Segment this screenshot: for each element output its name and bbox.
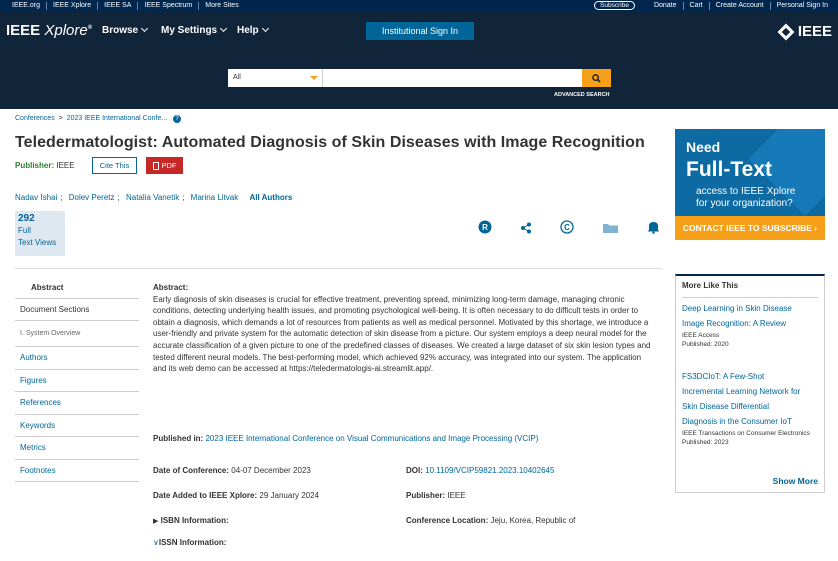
share-icon[interactable] bbox=[520, 221, 534, 235]
caret-right-icon: ▶ bbox=[153, 518, 159, 525]
published-in: Published in: 2023 IEEE International Co… bbox=[153, 434, 539, 443]
divider bbox=[15, 268, 662, 269]
nav-document-sections[interactable]: Document Sections bbox=[15, 299, 139, 321]
related-article-source: IEEE Access bbox=[682, 332, 720, 339]
related-article: Deep Learning in Skin Disease Image Reco… bbox=[682, 301, 820, 349]
folder-icon[interactable] bbox=[603, 221, 618, 235]
subscribe-button[interactable]: Subscribe bbox=[594, 1, 635, 10]
copyright-icon[interactable]: C bbox=[560, 220, 574, 234]
top-link-ieee-org[interactable]: IEEE.org bbox=[6, 1, 48, 10]
full-text-ad[interactable]: Need Full-Text access to IEEE Xplore for… bbox=[675, 129, 825, 240]
breadcrumb-conference[interactable]: 2023 IEEE International Confe... bbox=[67, 115, 167, 122]
top-strip: IEEE.org IEEE Xplore IEEE SA IEEE Spectr… bbox=[0, 0, 838, 11]
author-link[interactable]: Nadav Ishai bbox=[15, 193, 57, 202]
issn-toggle[interactable]: ∨ISSN Information: bbox=[153, 538, 226, 547]
nav-footnotes[interactable]: Footnotes bbox=[15, 460, 139, 482]
advanced-search-link[interactable]: ADVANCED SEARCH bbox=[554, 92, 610, 98]
search-button[interactable] bbox=[582, 69, 611, 87]
ieee-xplore-logo[interactable]: IEEE Xplore® bbox=[6, 22, 92, 39]
rights-icon[interactable]: R bbox=[478, 220, 492, 234]
nav-references[interactable]: References bbox=[15, 392, 139, 415]
ad-full-text-heading: Full-Text bbox=[686, 158, 772, 181]
chevron-down-icon bbox=[261, 24, 269, 33]
related-article-source: IEEE Transactions on Consumer Electronic… bbox=[682, 430, 810, 437]
doi-link[interactable]: 10.1109/VCIP59821.2023.10402645 bbox=[425, 466, 554, 475]
isbn-toggle[interactable]: ▶ ISBN Information: bbox=[153, 516, 229, 525]
chevron-down-icon bbox=[220, 24, 228, 33]
author-list: Nadav Ishai; Dolev Peretz; Natalia Vanet… bbox=[15, 193, 293, 202]
help-icon[interactable]: ? bbox=[173, 115, 182, 123]
top-link-more-sites[interactable]: More Sites bbox=[199, 2, 244, 10]
nav-browse[interactable]: Browse bbox=[102, 24, 149, 36]
text-views-badge: 292 Full Text Views bbox=[15, 211, 65, 256]
contact-ieee-button[interactable]: CONTACT IEEE TO SUBSCRIBE › bbox=[675, 216, 825, 240]
nav-abstract[interactable]: Abstract bbox=[15, 277, 139, 299]
nav-system-overview[interactable]: I. System Overview bbox=[15, 321, 139, 347]
pdf-icon bbox=[152, 161, 159, 170]
related-article-date: Published: 2023 bbox=[682, 439, 729, 446]
abstract-text: Early diagnosis of skin diseases is cruc… bbox=[153, 294, 651, 374]
published-in-link[interactable]: 2023 IEEE International Conference on Vi… bbox=[205, 434, 538, 443]
nav-figures[interactable]: Figures bbox=[15, 370, 139, 392]
related-article: FS3DCIoT: A Few-Shot Incremental Learnin… bbox=[682, 369, 820, 447]
dropdown-arrow-icon bbox=[310, 76, 318, 80]
nav-metrics[interactable]: Metrics bbox=[15, 437, 139, 460]
ad-subtext: access to IEEE Xplore for your organizat… bbox=[696, 186, 796, 209]
conference-location: Conference Location: Jeju, Korea, Republ… bbox=[406, 516, 576, 525]
search-bar: All bbox=[228, 69, 611, 87]
ieee-logo[interactable]: IEEE bbox=[777, 23, 832, 40]
breadcrumb-conferences[interactable]: Conferences bbox=[15, 115, 55, 122]
doi: DOI: 10.1109/VCIP59821.2023.10402645 bbox=[406, 466, 555, 475]
ad-need-text: Need bbox=[686, 139, 721, 155]
related-article-title[interactable]: Deep Learning in Skin Disease Image Reco… bbox=[682, 301, 820, 331]
top-link-create-account[interactable]: Create Account bbox=[710, 1, 771, 10]
date-of-conference: Date of Conference: 04-07 December 2023 bbox=[153, 466, 311, 475]
all-authors-link[interactable]: All Authors bbox=[249, 193, 292, 202]
top-link-ieee-spectrum[interactable]: IEEE Spectrum bbox=[138, 1, 200, 10]
ieee-diamond-icon bbox=[777, 23, 795, 40]
show-more-link[interactable]: Show More bbox=[773, 476, 818, 486]
nav-help[interactable]: Help bbox=[237, 24, 269, 36]
author-link[interactable]: Marina Litvak bbox=[191, 193, 239, 202]
search-input[interactable] bbox=[322, 69, 582, 87]
more-like-this-panel: More Like This Deep Learning in Skin Dis… bbox=[675, 274, 825, 493]
top-link-ieee-xplore[interactable]: IEEE Xplore bbox=[47, 1, 99, 10]
author-link[interactable]: Natalia Vanetik bbox=[126, 193, 179, 202]
related-article-title[interactable]: FS3DCIoT: A Few-Shot Incremental Learnin… bbox=[682, 369, 820, 429]
document-nav: Abstract Document Sections I. System Ove… bbox=[15, 277, 139, 482]
nav-keywords[interactable]: Keywords bbox=[15, 415, 139, 437]
publisher-line: Publisher: IEEE bbox=[15, 161, 75, 170]
top-link-cart[interactable]: Cart bbox=[684, 1, 710, 10]
related-article-date: Published: 2020 bbox=[682, 341, 729, 348]
svg-text:C: C bbox=[564, 223, 570, 232]
top-link-ieee-sa[interactable]: IEEE SA bbox=[98, 1, 139, 10]
chevron-down-icon bbox=[141, 24, 149, 33]
meta-publisher: Publisher: IEEE bbox=[406, 491, 466, 500]
bell-icon[interactable] bbox=[647, 220, 661, 234]
abstract-section: Abstract: Early diagnosis of skin diseas… bbox=[153, 282, 653, 375]
institutional-sign-in-button[interactable]: Institutional Sign In bbox=[366, 22, 474, 40]
nav-my-settings[interactable]: My Settings bbox=[161, 24, 228, 36]
abstract-heading: Abstract: bbox=[153, 283, 189, 292]
top-link-donate[interactable]: Donate bbox=[648, 1, 684, 10]
divider bbox=[682, 297, 818, 298]
cite-this-button[interactable]: Cite This bbox=[92, 157, 137, 174]
search-scope-select[interactable]: All bbox=[228, 69, 322, 87]
author-link[interactable]: Dolev Peretz bbox=[69, 193, 115, 202]
more-like-this-heading: More Like This bbox=[682, 281, 739, 290]
search-icon bbox=[592, 73, 601, 83]
nav-authors[interactable]: Authors bbox=[15, 347, 139, 370]
article-title: Teledermatologist: Automated Diagnosis o… bbox=[15, 134, 645, 151]
breadcrumb-separator: > bbox=[58, 115, 63, 122]
top-link-personal-sign-in[interactable]: Personal Sign In bbox=[771, 2, 834, 10]
breadcrumb: Conferences > 2023 IEEE International Co… bbox=[15, 115, 182, 123]
site-header: IEEE Xplore® Browse My Settings Help Ins… bbox=[0, 11, 838, 109]
svg-text:R: R bbox=[482, 223, 488, 232]
pdf-button[interactable]: PDF bbox=[146, 157, 183, 174]
date-added: Date Added to IEEE Xplore: 29 January 20… bbox=[153, 491, 320, 500]
